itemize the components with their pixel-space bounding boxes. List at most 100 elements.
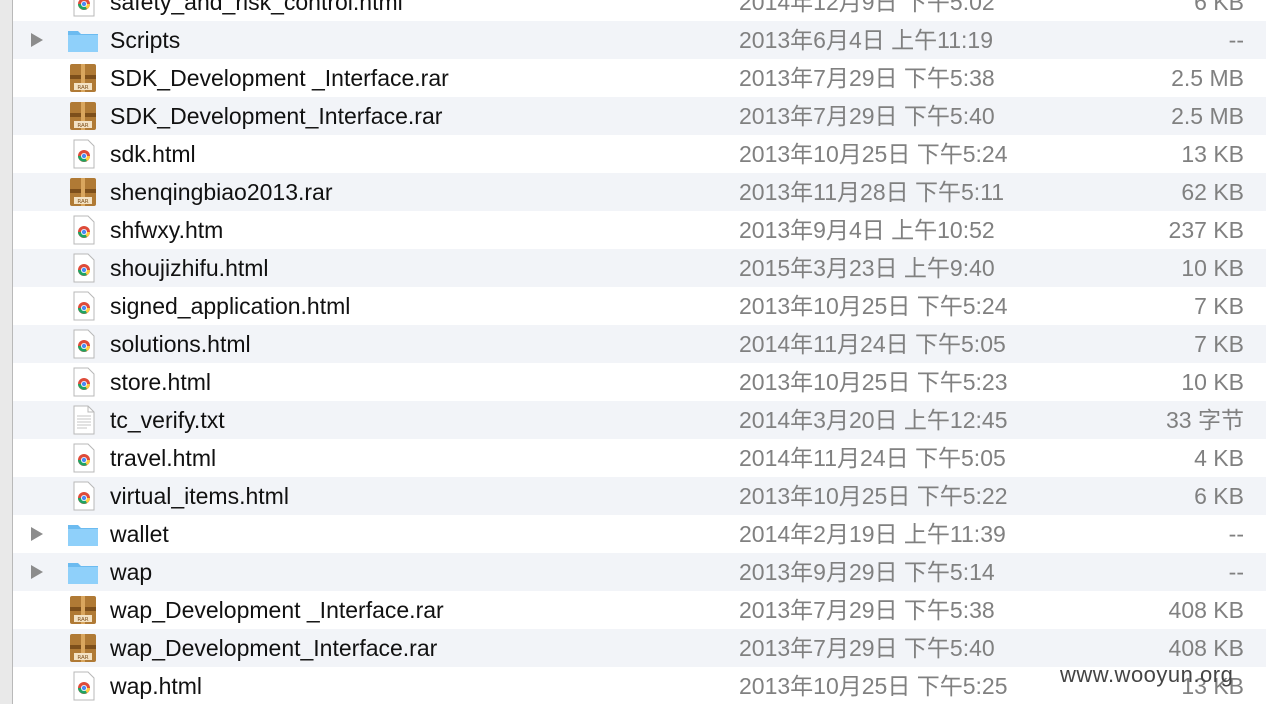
file-name: wap.html (110, 673, 203, 699)
file-name: wap (110, 559, 153, 585)
file-size: 408 KB (1168, 597, 1244, 623)
rar-archive-icon: RAR (67, 101, 99, 131)
html-file-icon (67, 367, 99, 397)
file-date: 2014年12月9日 下午5:02 (739, 0, 995, 15)
svg-text:RAR: RAR (77, 85, 88, 91)
file-name: wap_Development_Interface.rar (110, 635, 438, 661)
file-date: 2014年11月24日 下午5:05 (739, 331, 1006, 357)
file-date: 2013年11月28日 下午5:11 (739, 179, 1005, 205)
file-date: 2013年7月29日 下午5:38 (739, 597, 995, 623)
file-name: solutions.html (110, 331, 251, 357)
html-file-icon (67, 291, 99, 321)
file-size: 7 KB (1194, 331, 1244, 357)
file-row-1[interactable]: Scripts 2013年6月4日 上午11:19 -- (13, 21, 1266, 59)
file-size: 4 KB (1194, 445, 1244, 471)
html-file-icon (67, 481, 99, 511)
file-size: 6 KB (1194, 0, 1244, 15)
svg-text:RAR: RAR (77, 655, 88, 661)
file-row-0[interactable]: safety_and_risk_control.html 2014年12月9日 … (13, 0, 1266, 21)
file-row-11[interactable]: tc_verify.txt 2014年3月20日 上午12:45 33 字节 (13, 401, 1266, 439)
file-row-9[interactable]: solutions.html 2014年11月24日 下午5:05 7 KB (13, 325, 1266, 363)
file-row-12[interactable]: travel.html 2014年11月24日 下午5:05 4 KB (13, 439, 1266, 477)
file-row-8[interactable]: signed_application.html 2013年10月25日 下午5:… (13, 287, 1266, 325)
file-size: 10 KB (1181, 255, 1244, 281)
file-name: shoujizhifu.html (110, 255, 269, 281)
html-file-icon (67, 215, 99, 245)
svg-text:RAR: RAR (77, 199, 88, 205)
rar-archive-icon: RAR (67, 63, 99, 93)
file-size: -- (1228, 559, 1244, 585)
file-name: Scripts (110, 27, 181, 53)
file-row-13[interactable]: virtual_items.html 2013年10月25日 下午5:22 6 … (13, 477, 1266, 515)
file-name: SDK_Development_Interface.rar (110, 103, 443, 129)
file-name: shfwxy.htm (110, 217, 224, 243)
file-size: 13 KB (1181, 141, 1244, 167)
disclosure-triangle-icon[interactable] (31, 33, 43, 47)
file-date: 2014年2月19日 上午11:39 (739, 521, 1006, 547)
sidebar-edge (0, 0, 13, 704)
file-date: 2014年3月20日 上午12:45 (739, 407, 1008, 433)
folder-icon (67, 519, 99, 549)
file-date: 2013年9月29日 下午5:14 (739, 559, 995, 585)
html-file-icon (67, 671, 99, 701)
file-row-6[interactable]: shfwxy.htm 2013年9月4日 上午10:52 237 KB (13, 211, 1266, 249)
html-file-icon (67, 0, 99, 17)
text-file-icon (67, 405, 99, 435)
svg-text:RAR: RAR (77, 617, 88, 623)
disclosure-triangle-icon[interactable] (31, 565, 43, 579)
file-row-14[interactable]: wallet 2014年2月19日 上午11:39 -- (13, 515, 1266, 553)
html-file-icon (67, 139, 99, 169)
rar-archive-icon: RAR (67, 177, 99, 207)
file-row-5[interactable]: RAR shenqingbiao2013.rar 2013年11月28日 下午5… (13, 173, 1266, 211)
file-name: signed_application.html (110, 293, 351, 319)
rar-archive-icon: RAR (67, 633, 99, 663)
watermark: www.wooyun.org (1060, 662, 1234, 687)
file-row-3[interactable]: RAR SDK_Development_Interface.rar 2013年7… (13, 97, 1266, 135)
folder-icon (67, 25, 99, 55)
file-name: wallet (110, 521, 169, 547)
file-name: travel.html (110, 445, 217, 471)
file-name: virtual_items.html (110, 483, 289, 509)
file-date: 2013年7月29日 下午5:38 (739, 65, 995, 91)
file-name: safety_and_risk_control.html (110, 0, 403, 15)
file-size: -- (1228, 521, 1244, 547)
file-row-10[interactable]: store.html 2013年10月25日 下午5:23 10 KB (13, 363, 1266, 401)
file-date: 2013年10月25日 下午5:23 (739, 369, 1008, 395)
file-row-15[interactable]: wap 2013年9月29日 下午5:14 -- (13, 553, 1266, 591)
file-date: 2013年6月4日 上午11:19 (739, 27, 993, 53)
html-file-icon (67, 253, 99, 283)
file-row-4[interactable]: sdk.html 2013年10月25日 下午5:24 13 KB (13, 135, 1266, 173)
file-name: sdk.html (110, 141, 196, 167)
file-size: 33 字节 (1166, 407, 1244, 433)
file-name: tc_verify.txt (110, 407, 225, 433)
folder-icon (67, 557, 99, 587)
rar-archive-icon: RAR (67, 595, 99, 625)
file-date: 2013年10月25日 下午5:22 (739, 483, 1008, 509)
file-name: SDK_Development _Interface.rar (110, 65, 449, 91)
file-date: 2013年7月29日 下午5:40 (739, 635, 995, 661)
file-size: 2.5 MB (1171, 65, 1244, 91)
file-name: wap_Development _Interface.rar (110, 597, 444, 623)
file-date: 2014年11月24日 下午5:05 (739, 445, 1006, 471)
file-row-7[interactable]: shoujizhifu.html 2015年3月23日 上午9:40 10 KB (13, 249, 1266, 287)
file-row-2[interactable]: RAR SDK_Development _Interface.rar 2013年… (13, 59, 1266, 97)
file-name: shenqingbiao2013.rar (110, 179, 333, 205)
file-list: safety_and_risk_control.html 2014年12月9日 … (13, 0, 1266, 705)
file-date: 2013年9月4日 上午10:52 (739, 217, 995, 243)
file-size: 2.5 MB (1171, 103, 1244, 129)
file-size: 237 KB (1168, 217, 1244, 243)
file-size: 62 KB (1181, 179, 1244, 205)
disclosure-triangle-icon[interactable] (31, 527, 43, 541)
file-date: 2013年7月29日 下午5:40 (739, 103, 995, 129)
file-size: -- (1228, 27, 1244, 53)
file-size: 6 KB (1194, 483, 1244, 509)
file-name: store.html (110, 369, 211, 395)
html-file-icon (67, 329, 99, 359)
file-date: 2013年10月25日 下午5:25 (739, 673, 1008, 699)
file-row-16[interactable]: RAR wap_Development _Interface.rar 2013年… (13, 591, 1266, 629)
html-file-icon (67, 443, 99, 473)
file-date: 2015年3月23日 上午9:40 (739, 255, 995, 281)
file-size: 7 KB (1194, 293, 1244, 319)
file-date: 2013年10月25日 下午5:24 (739, 141, 1008, 167)
svg-text:RAR: RAR (77, 123, 88, 129)
